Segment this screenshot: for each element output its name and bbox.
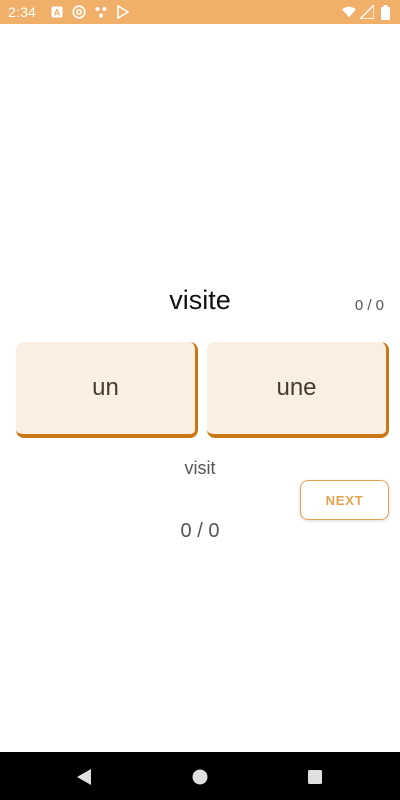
choice-button-une[interactable]: une xyxy=(207,342,389,438)
translation-text: visit xyxy=(184,458,216,478)
app-screen: 2:34 A visite 0 / 0 un une visit NEXT 0 … xyxy=(0,0,400,800)
progress-counter: 0 / 0 xyxy=(180,520,220,542)
signal-icon xyxy=(360,5,374,19)
next-button[interactable]: NEXT xyxy=(300,480,389,520)
score-counter: 0 / 0 xyxy=(354,297,384,314)
at-sign-icon xyxy=(72,5,86,19)
back-icon[interactable] xyxy=(75,768,93,786)
status-time: 2:34 xyxy=(8,4,37,20)
status-right xyxy=(342,4,392,20)
svg-text:A: A xyxy=(54,8,61,18)
dots-icon xyxy=(94,5,108,19)
wifi-icon xyxy=(342,5,356,19)
play-store-icon xyxy=(116,5,130,19)
recent-apps-icon[interactable] xyxy=(306,768,324,786)
quiz-word: visite xyxy=(169,285,231,315)
home-icon[interactable] xyxy=(191,768,209,786)
status-bar: 2:34 A xyxy=(0,0,400,24)
battery-icon xyxy=(378,4,392,20)
a-text-icon: A xyxy=(50,5,64,19)
status-left: 2:34 A xyxy=(8,4,130,20)
navigation-bar xyxy=(0,752,400,800)
choice-button-un[interactable]: un xyxy=(16,342,198,438)
